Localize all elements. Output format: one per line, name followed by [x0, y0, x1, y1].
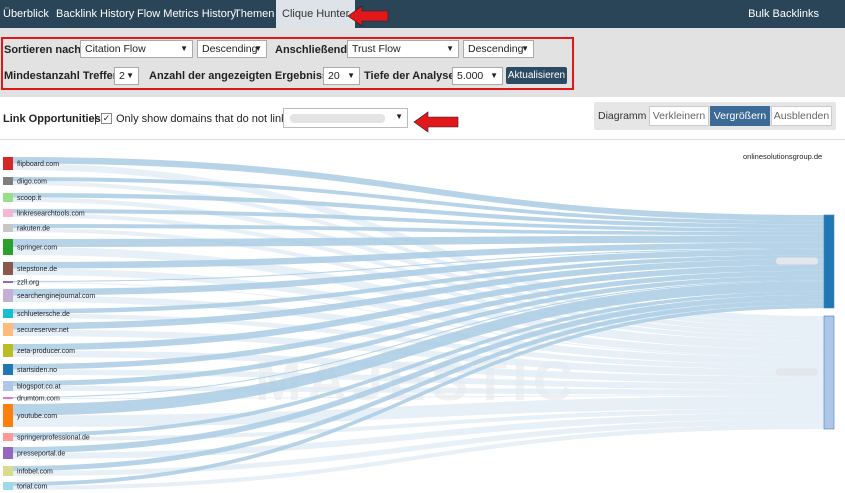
- sankey-diagram: MAJESTIC flipboard.comdiigo.comscoop.itl…: [3, 152, 835, 491]
- source-node-label: blogspot.co.at: [17, 384, 61, 391]
- then-order-select[interactable]: Descending ▼: [463, 40, 534, 58]
- target-node[interactable]: [823, 315, 835, 430]
- hide-button[interactable]: Ausblenden: [771, 106, 832, 126]
- source-node[interactable]: [3, 281, 13, 283]
- source-node-label: drumtom.com: [17, 396, 60, 403]
- red-arrow-icon: [413, 111, 459, 133]
- source-node[interactable]: [3, 157, 13, 170]
- tab-overview[interactable]: Überblick: [3, 0, 49, 28]
- tab-themes[interactable]: Themen: [234, 0, 274, 28]
- update-button[interactable]: Aktualisieren: [506, 67, 567, 84]
- source-node[interactable]: [3, 404, 13, 427]
- source-node-label: startsiden.no: [17, 367, 57, 374]
- source-node-label: diigo.com: [17, 179, 47, 186]
- results-count-label: Anzahl der angezeigten Ergebnisse:: [149, 70, 338, 82]
- source-node[interactable]: [3, 289, 13, 302]
- min-hits-select[interactable]: 2 ▼: [114, 67, 139, 85]
- sort-select-value: Citation Flow: [85, 43, 146, 55]
- sankey-links: [13, 157, 824, 490]
- results-count-value: 20: [328, 70, 340, 82]
- then-select[interactable]: Trust Flow ▼: [347, 40, 459, 58]
- target-node[interactable]: [823, 214, 835, 309]
- min-hits-label: Mindestanzahl Treffer:: [4, 70, 121, 82]
- then-select-value: Trust Flow: [352, 43, 401, 55]
- filter-panel: Sortieren nach: Citation Flow ▼ Descendin…: [0, 28, 845, 97]
- source-node[interactable]: [3, 433, 13, 441]
- link-opportunities-title: Link Opportunities: [3, 113, 101, 125]
- source-node[interactable]: [3, 309, 13, 318]
- tab-flow-metrics-history[interactable]: Flow Metrics History: [137, 0, 236, 28]
- chevron-down-icon: ▼: [395, 112, 403, 121]
- only-non-linking-checkbox[interactable]: ✓: [101, 113, 112, 124]
- source-node-label: zzll.org: [17, 280, 39, 287]
- source-node-label: springer.com: [17, 245, 57, 252]
- diagram-controls: Diagramm Verkleinern Vergrößern Ausblend…: [594, 102, 836, 130]
- tab-clique-hunter[interactable]: Clique Hunter: [276, 0, 356, 28]
- source-node[interactable]: [3, 224, 13, 232]
- source-node-label: torial.com: [17, 484, 48, 491]
- source-node-label: springerprofessional.de: [17, 435, 90, 442]
- source-node[interactable]: [3, 466, 13, 476]
- source-node[interactable]: [3, 177, 13, 185]
- then-label: Anschließend:: [275, 44, 351, 56]
- source-node[interactable]: [3, 323, 13, 336]
- source-node[interactable]: [3, 239, 13, 255]
- top-nav: Überblick Backlink History Flow Metrics …: [0, 0, 845, 28]
- title-separator: |: [94, 113, 97, 125]
- then-order-value: Descending: [468, 43, 524, 55]
- source-node[interactable]: [3, 447, 13, 459]
- chevron-down-icon: ▼: [446, 44, 454, 53]
- target-node-label: [776, 257, 818, 265]
- source-node-label: linkresearchtools.com: [17, 211, 85, 218]
- source-node-label: zeta-producer.com: [17, 348, 75, 355]
- sort-select[interactable]: Citation Flow ▼: [80, 40, 193, 58]
- diagram-label: Diagramm: [598, 110, 647, 122]
- source-node[interactable]: [3, 262, 13, 275]
- chevron-down-icon: ▼: [126, 71, 134, 80]
- source-node-label: flipboard.com: [17, 161, 59, 168]
- domain-select[interactable]: ▼: [283, 108, 408, 128]
- source-node[interactable]: [3, 344, 13, 357]
- shrink-button[interactable]: Verkleinern: [649, 106, 709, 126]
- source-node-label: secureserver.net: [17, 327, 69, 334]
- tab-backlink-history[interactable]: Backlink History: [56, 0, 134, 28]
- source-node[interactable]: [3, 381, 13, 391]
- source-node[interactable]: [3, 209, 13, 217]
- source-node-label: infobel.com: [17, 469, 53, 476]
- source-node[interactable]: [3, 397, 13, 399]
- depth-select[interactable]: 5.000 ▼: [452, 67, 503, 85]
- sort-order-select[interactable]: Descending ▼: [197, 40, 267, 58]
- chevron-down-icon: ▼: [490, 71, 498, 80]
- source-node-label: stepstone.de: [17, 266, 57, 273]
- sort-order-value: Descending: [202, 43, 258, 55]
- depth-label: Tiefe der Analyse:: [364, 70, 459, 82]
- red-arrow-icon: [347, 5, 389, 27]
- source-node-label: scoop.it: [17, 195, 41, 202]
- target-domain-label: onlinesolutionsgroup.de: [743, 152, 822, 161]
- min-hits-value: 2: [119, 70, 125, 82]
- enlarge-button[interactable]: Vergrößern: [710, 106, 770, 126]
- source-node-label: searchenginejournal.com: [17, 293, 95, 300]
- sort-label: Sortieren nach:: [4, 44, 85, 56]
- source-node-label: rakuten.de: [17, 226, 50, 233]
- chevron-down-icon: ▼: [180, 44, 188, 53]
- chevron-down-icon: ▼: [347, 71, 355, 80]
- results-count-select[interactable]: 20 ▼: [323, 67, 360, 85]
- chevron-down-icon: ▼: [521, 44, 529, 53]
- source-node-label: presseportal.de: [17, 451, 65, 458]
- bulk-backlinks-link[interactable]: Bulk Backlinks: [748, 0, 819, 28]
- domain-select-value: [290, 114, 385, 123]
- source-node[interactable]: [3, 193, 13, 202]
- only-non-linking-label: Only show domains that do not link to: [116, 113, 299, 125]
- depth-value: 5.000: [457, 70, 484, 82]
- source-node-label: youtube.com: [17, 413, 57, 420]
- source-node[interactable]: [3, 482, 13, 490]
- source-node-label: schluetersche.de: [17, 311, 70, 318]
- source-node[interactable]: [3, 364, 13, 375]
- target-node-label: [776, 368, 818, 376]
- chevron-down-icon: ▼: [254, 44, 262, 53]
